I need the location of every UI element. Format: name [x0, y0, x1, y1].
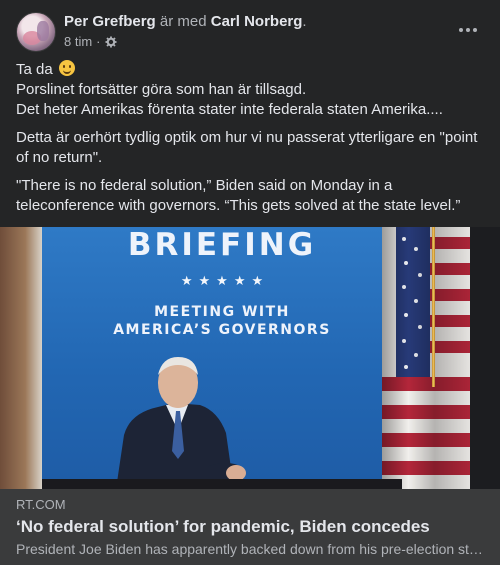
- post-time[interactable]: 8 tim: [64, 34, 92, 50]
- gear-icon[interactable]: [105, 36, 117, 48]
- post-line-3: Det heter Amerikas förenta stater inte f…: [16, 101, 443, 118]
- post-line-1: Ta da: [16, 61, 53, 78]
- author-line: Per Grefberg är med Carl Norberg.: [64, 13, 307, 31]
- more-options-icon[interactable]: [456, 20, 480, 40]
- post-meta: 8 tim ·: [64, 34, 117, 50]
- post-header: Per Grefberg är med Carl Norberg. 8 tim …: [0, 0, 500, 58]
- with-text: är med: [159, 13, 207, 30]
- tagged-person[interactable]: Carl Norberg: [211, 13, 303, 30]
- author-name[interactable]: Per Grefberg: [64, 13, 156, 30]
- author-avatar[interactable]: [16, 12, 56, 52]
- facebook-post: Per Grefberg är med Carl Norberg. 8 tim …: [0, 0, 500, 565]
- flag-pole: [432, 227, 435, 387]
- photo-banner-text: BRIEFING: [127, 227, 317, 263]
- link-preview-card[interactable]: RT.COM ‘No federal solution’ for pandemi…: [0, 489, 500, 565]
- post-paragraph-3: "There is no federal solution,” Biden sa…: [16, 177, 461, 214]
- photo-wall: [0, 227, 42, 489]
- post-line-2: Porslinet fortsätter göra som han är til…: [16, 81, 307, 98]
- photo-stars: ★★★★★: [180, 273, 270, 288]
- post-text: Ta da Porslinet fortsätter göra som han …: [16, 60, 486, 224]
- post-paragraph-2: Detta är oerhört tydlig optik om hur vi …: [16, 129, 478, 166]
- us-flag-image: [382, 227, 470, 489]
- photo-subtitle-line-1: MEETING WITH: [154, 304, 290, 320]
- link-snippet: President Joe Biden has apparently backe…: [16, 541, 484, 557]
- speaker-figure: [116, 357, 250, 489]
- link-title[interactable]: ‘No federal solution’ for pandemic, Bide…: [16, 516, 430, 537]
- post-photo[interactable]: BRIEFING ★★★★★ MEETING WITH AMERICA’S GO…: [0, 227, 500, 489]
- smiley-emoji-icon: [58, 60, 75, 76]
- photo-subtitle: MEETING WITH AMERICA’S GOVERNORS: [92, 303, 352, 339]
- link-domain: RT.COM: [16, 497, 66, 512]
- meta-separator: ·: [96, 34, 101, 49]
- period: .: [302, 13, 307, 30]
- post-paragraph-1: Ta da Porslinet fortsätter göra som han …: [16, 60, 486, 120]
- photo-desk: [42, 479, 402, 489]
- photo-subtitle-line-2: AMERICA’S GOVERNORS: [113, 322, 331, 338]
